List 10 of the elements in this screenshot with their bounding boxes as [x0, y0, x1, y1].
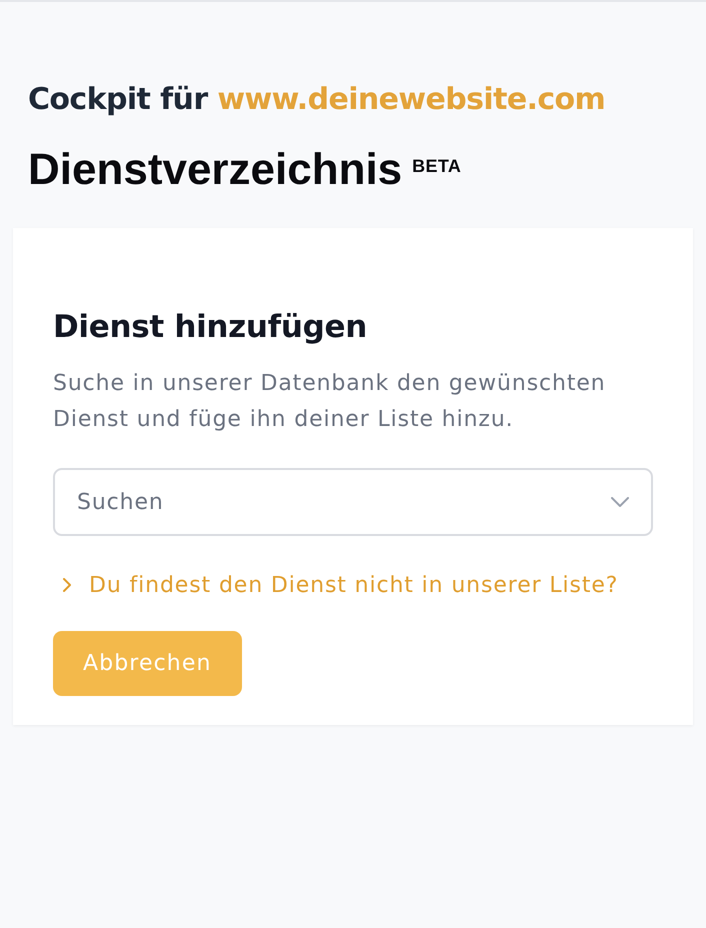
cancel-button[interactable]: Abbrechen: [53, 631, 242, 696]
beta-label: BETA: [412, 156, 462, 176]
chevron-down-icon: [611, 497, 629, 507]
not-found-link[interactable]: Du findest den Dienst nicht in unserer Liste?: [53, 570, 618, 600]
page-title: Dienstverzeichnis: [28, 146, 402, 194]
chevron-right-icon: [63, 578, 71, 592]
site-heading: Cockpit für www.deinewebsite.com: [28, 81, 606, 119]
card-description: Suche in unserer Datenbank den gewünschten Dienst und füge ihn deiner Liste hinzu.: [53, 370, 607, 434]
search-select[interactable]: Suchen: [53, 468, 653, 536]
card-title: Dienst hinzufügen: [53, 309, 368, 345]
